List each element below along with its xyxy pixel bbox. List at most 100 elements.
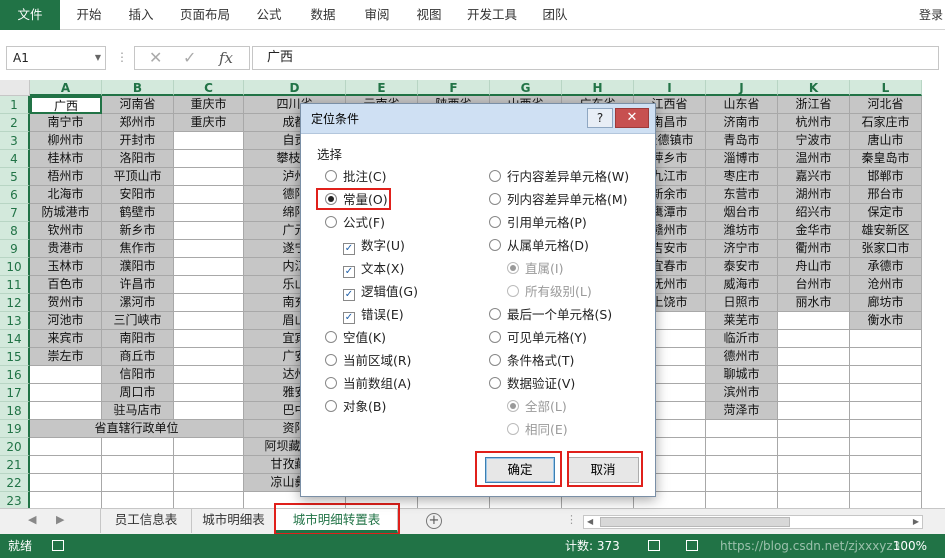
cell-A22[interactable] bbox=[30, 474, 102, 492]
row-header-4[interactable]: 4 bbox=[0, 150, 30, 168]
cell-J10[interactable]: 泰安市 bbox=[706, 258, 778, 276]
cell-K9[interactable]: 衢州市 bbox=[778, 240, 850, 258]
row-header-2[interactable]: 2 bbox=[0, 114, 30, 132]
left-option-6[interactable]: ✓ 错误(E) bbox=[343, 306, 404, 324]
cell-C13[interactable] bbox=[174, 312, 244, 330]
row-header-11[interactable]: 11 bbox=[0, 276, 30, 294]
cell-C15[interactable] bbox=[174, 348, 244, 366]
cell-J3[interactable]: 青岛市 bbox=[706, 132, 778, 150]
cell-A1[interactable]: 广西 bbox=[30, 96, 102, 114]
cell-J21[interactable] bbox=[706, 456, 778, 474]
column-header-D[interactable]: D bbox=[244, 80, 346, 96]
cell-K21[interactable] bbox=[778, 456, 850, 474]
cell-B3[interactable]: 开封市 bbox=[102, 132, 174, 150]
radio-icon[interactable] bbox=[325, 170, 337, 182]
cell-L16[interactable] bbox=[850, 366, 922, 384]
add-sheet-icon[interactable]: + bbox=[426, 513, 442, 529]
cell-J6[interactable]: 东营市 bbox=[706, 186, 778, 204]
cell-L18[interactable] bbox=[850, 402, 922, 420]
row-header-14[interactable]: 14 bbox=[0, 330, 30, 348]
cell-C23[interactable] bbox=[174, 492, 244, 508]
cell-K1[interactable]: 浙江省 bbox=[778, 96, 850, 114]
cell-J1[interactable]: 山东省 bbox=[706, 96, 778, 114]
checkbox-icon[interactable]: ✓ bbox=[343, 289, 355, 301]
left-option-10[interactable]: 对象(B) bbox=[325, 398, 386, 416]
normal-view-icon[interactable] bbox=[648, 540, 660, 551]
cell-A12[interactable]: 贺州市 bbox=[30, 294, 102, 312]
cell-L10[interactable]: 承德市 bbox=[850, 258, 922, 276]
cell-J23[interactable] bbox=[706, 492, 778, 508]
cell-K13[interactable] bbox=[778, 312, 850, 330]
cell-J19[interactable] bbox=[706, 420, 778, 438]
login-link[interactable]: 登录 bbox=[919, 0, 943, 30]
cell-L19[interactable] bbox=[850, 420, 922, 438]
column-header-J[interactable]: J bbox=[706, 80, 778, 96]
cell-L11[interactable]: 沧州市 bbox=[850, 276, 922, 294]
ribbon-tab-7[interactable]: 视图 bbox=[406, 0, 452, 30]
row-header-18[interactable]: 18 bbox=[0, 402, 30, 420]
row-header-5[interactable]: 5 bbox=[0, 168, 30, 186]
cell-B11[interactable]: 许昌市 bbox=[102, 276, 174, 294]
cell-J11[interactable]: 威海市 bbox=[706, 276, 778, 294]
merged-cell-a19[interactable]: 省直辖行政单位 bbox=[30, 420, 244, 438]
cell-C14[interactable] bbox=[174, 330, 244, 348]
cell-K5[interactable]: 嘉兴市 bbox=[778, 168, 850, 186]
row-header-7[interactable]: 7 bbox=[0, 204, 30, 222]
cell-L5[interactable]: 邯郸市 bbox=[850, 168, 922, 186]
cell-B6[interactable]: 安阳市 bbox=[102, 186, 174, 204]
cell-B12[interactable]: 漯河市 bbox=[102, 294, 174, 312]
cell-B22[interactable] bbox=[102, 474, 174, 492]
cell-C16[interactable] bbox=[174, 366, 244, 384]
cell-B17[interactable]: 周口市 bbox=[102, 384, 174, 402]
cell-B21[interactable] bbox=[102, 456, 174, 474]
cell-L6[interactable]: 邢台市 bbox=[850, 186, 922, 204]
cell-J5[interactable]: 枣庄市 bbox=[706, 168, 778, 186]
row-header-15[interactable]: 15 bbox=[0, 348, 30, 366]
cell-A14[interactable]: 来宾市 bbox=[30, 330, 102, 348]
cell-A20[interactable] bbox=[30, 438, 102, 456]
cell-C20[interactable] bbox=[174, 438, 244, 456]
column-header-A[interactable]: A bbox=[30, 80, 102, 96]
horizontal-scrollbar[interactable]: ◀ ▶ bbox=[583, 515, 923, 529]
checkbox-icon[interactable]: ✓ bbox=[343, 243, 355, 255]
chevron-down-icon[interactable]: ▼ bbox=[95, 47, 101, 69]
insert-function-icon[interactable]: fx bbox=[219, 47, 233, 69]
cell-J15[interactable]: 德州市 bbox=[706, 348, 778, 366]
cell-J2[interactable]: 济南市 bbox=[706, 114, 778, 132]
column-header-I[interactable]: I bbox=[634, 80, 706, 96]
cell-A8[interactable]: 钦州市 bbox=[30, 222, 102, 240]
cell-B2[interactable]: 郑州市 bbox=[102, 114, 174, 132]
more-dots-icon[interactable]: ⋮ bbox=[566, 513, 577, 526]
sheet-tab-cities[interactable]: 城市明细表 bbox=[192, 509, 276, 533]
column-header-H[interactable]: H bbox=[562, 80, 634, 96]
cell-A3[interactable]: 柳州市 bbox=[30, 132, 102, 150]
column-header-E[interactable]: E bbox=[346, 80, 418, 96]
cell-J22[interactable] bbox=[706, 474, 778, 492]
cell-C9[interactable] bbox=[174, 240, 244, 258]
cell-K17[interactable] bbox=[778, 384, 850, 402]
cell-J9[interactable]: 济宁市 bbox=[706, 240, 778, 258]
help-icon[interactable]: ? bbox=[587, 108, 613, 128]
ribbon-tab-4[interactable]: 公式 bbox=[246, 0, 292, 30]
ribbon-tab-8[interactable]: 开发工具 bbox=[460, 0, 524, 30]
radio-icon[interactable] bbox=[489, 354, 501, 366]
right-option-3[interactable]: 从属单元格(D) bbox=[489, 237, 589, 255]
cell-C4[interactable] bbox=[174, 150, 244, 168]
cancel-icon[interactable]: ✕ bbox=[149, 47, 162, 69]
ribbon-tab-0[interactable]: 文件 bbox=[0, 0, 60, 30]
cell-B1[interactable]: 河南省 bbox=[102, 96, 174, 114]
cell-L13[interactable]: 衡水市 bbox=[850, 312, 922, 330]
cell-B4[interactable]: 洛阳市 bbox=[102, 150, 174, 168]
right-option-1[interactable]: 列内容差异单元格(M) bbox=[489, 191, 628, 209]
cell-J16[interactable]: 聊城市 bbox=[706, 366, 778, 384]
row-header-8[interactable]: 8 bbox=[0, 222, 30, 240]
cell-B7[interactable]: 鹤壁市 bbox=[102, 204, 174, 222]
left-option-7[interactable]: 空值(K) bbox=[325, 329, 386, 347]
cell-K19[interactable] bbox=[778, 420, 850, 438]
cell-L21[interactable] bbox=[850, 456, 922, 474]
radio-icon[interactable] bbox=[489, 239, 501, 251]
cell-K14[interactable] bbox=[778, 330, 850, 348]
cell-K3[interactable]: 宁波市 bbox=[778, 132, 850, 150]
cell-L4[interactable]: 秦皇岛市 bbox=[850, 150, 922, 168]
ribbon-tab-6[interactable]: 审阅 bbox=[354, 0, 400, 30]
